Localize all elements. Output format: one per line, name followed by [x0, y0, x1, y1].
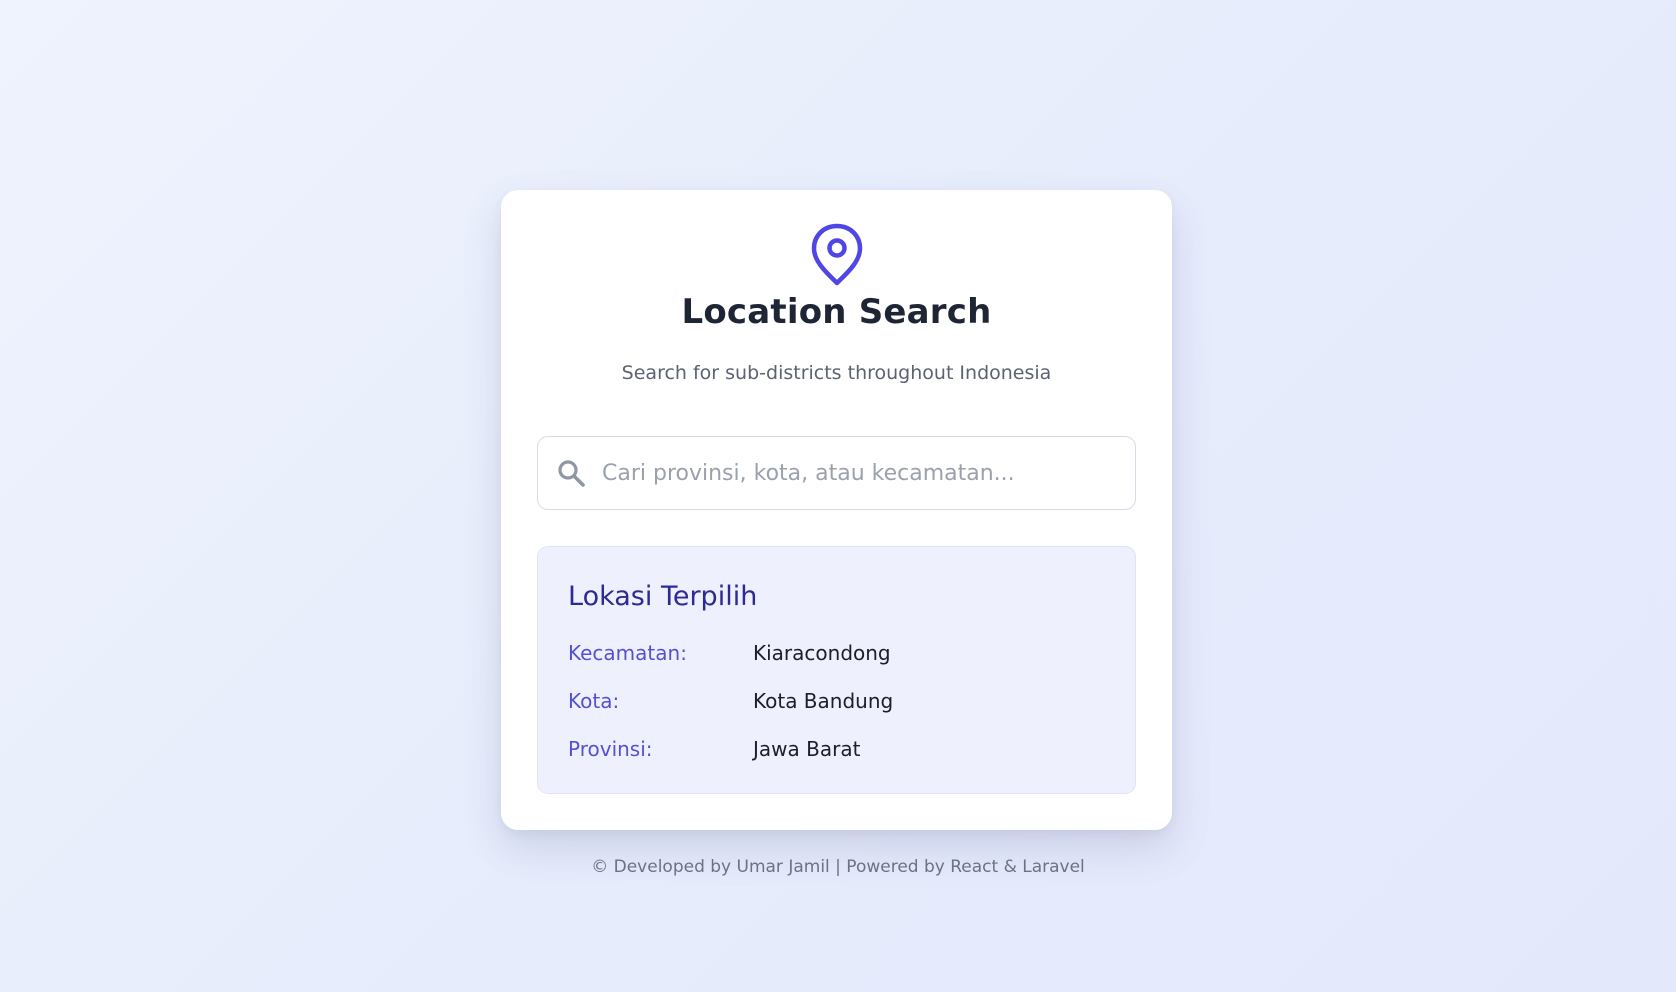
kota-value: Kota Bandung: [753, 689, 894, 713]
footer-credits: © Developed by Umar Jamil | Powered by R…: [591, 857, 1085, 877]
search-field[interactable]: [537, 436, 1136, 510]
kecamatan-label: Kecamatan:: [568, 641, 687, 665]
search-icon: [556, 458, 586, 488]
map-pin-icon: [808, 222, 866, 288]
selected-location-panel: Lokasi Terpilih Kecamatan: Kiaracondong …: [537, 546, 1136, 794]
search-input[interactable]: [602, 453, 1122, 493]
detail-row-kota: Kota: Kota Bandung: [568, 689, 1108, 719]
provinsi-value: Jawa Barat: [753, 737, 861, 761]
provinsi-label: Provinsi:: [568, 737, 653, 761]
kota-label: Kota:: [568, 689, 620, 713]
selected-location-title: Lokasi Terpilih: [568, 581, 758, 612]
kecamatan-value: Kiaracondong: [753, 641, 891, 665]
page-title: Location Search: [681, 292, 992, 332]
detail-row-provinsi: Provinsi: Jawa Barat: [568, 737, 1108, 767]
detail-row-kecamatan: Kecamatan: Kiaracondong: [568, 641, 1108, 671]
location-search-card: Location Search Search for sub-districts…: [501, 190, 1172, 830]
page-subtitle: Search for sub-districts throughout Indo…: [621, 362, 1052, 384]
